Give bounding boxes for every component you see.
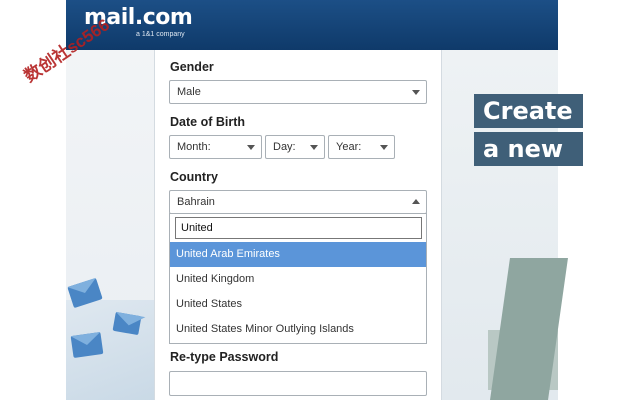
- country-dropdown: United Arab Emirates United Kingdom Unit…: [169, 213, 427, 344]
- chevron-down-icon: [310, 145, 318, 150]
- logo-subtitle: a 1&1 company: [136, 31, 185, 38]
- gender-value: Male: [177, 86, 201, 98]
- month-value: Month:: [177, 141, 211, 153]
- country-select[interactable]: Bahrain: [169, 190, 427, 214]
- chevron-down-icon: [412, 90, 420, 95]
- chevron-down-icon: [247, 145, 255, 150]
- day-value: Day:: [273, 141, 296, 153]
- country-search-input[interactable]: [175, 217, 422, 239]
- promo-headline: Create a new: [474, 94, 583, 170]
- country-option[interactable]: United States Minor Outlying Islands: [170, 317, 426, 342]
- year-select[interactable]: Year:: [328, 135, 395, 159]
- chevron-up-icon: [412, 199, 420, 204]
- country-option[interactable]: United States: [170, 292, 426, 317]
- retype-password-input[interactable]: [169, 371, 427, 396]
- promo-line-1: Create: [474, 94, 583, 128]
- month-select[interactable]: Month:: [169, 135, 262, 159]
- registration-form: Gender Male Date of Birth Month: Day: Ye…: [154, 50, 442, 400]
- promo-line-2: a new: [474, 132, 583, 166]
- year-value: Year:: [336, 141, 362, 153]
- country-label: Country: [170, 170, 218, 184]
- chevron-down-icon: [380, 145, 388, 150]
- country-option[interactable]: United Arab Emirates: [170, 242, 426, 267]
- country-option[interactable]: United Kingdom: [170, 267, 426, 292]
- day-select[interactable]: Day:: [265, 135, 325, 159]
- gender-label: Gender: [170, 60, 214, 74]
- envelope-icon: [70, 332, 104, 358]
- retype-password-label: Re-type Password: [170, 350, 279, 364]
- gender-select[interactable]: Male: [169, 80, 427, 104]
- country-value: Bahrain: [177, 196, 215, 208]
- date-of-birth-label: Date of Birth: [170, 115, 245, 129]
- country-options-list: United Arab Emirates United Kingdom Unit…: [170, 242, 426, 342]
- screen: mail.com a 1&1 company Create a new Gend…: [0, 0, 640, 400]
